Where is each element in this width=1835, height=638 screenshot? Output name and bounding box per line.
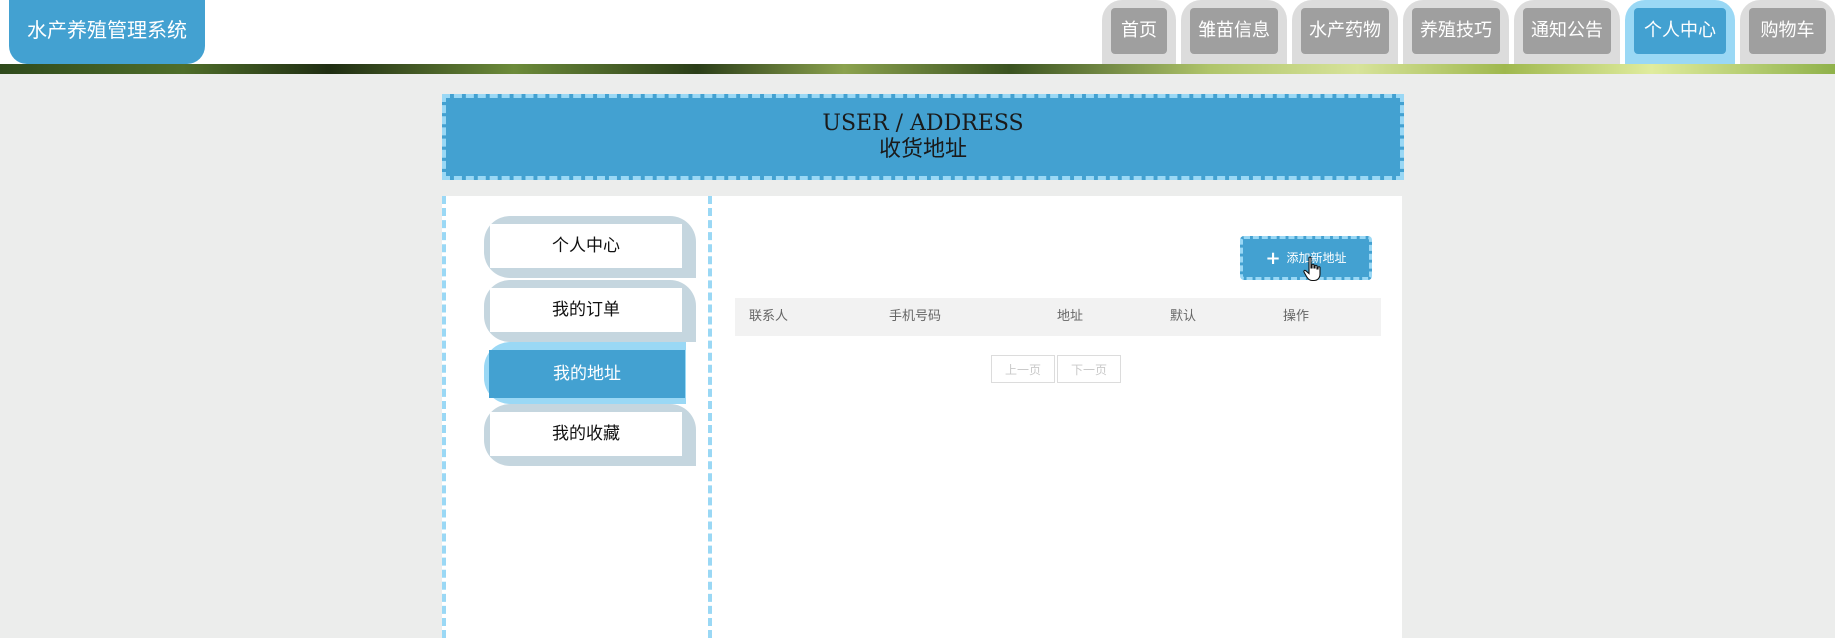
nav-item-notices[interactable]: 通知公告 bbox=[1514, 0, 1620, 64]
page-title-en: USER / ADDRESS bbox=[822, 111, 1024, 136]
next-page-button[interactable]: 下一页 bbox=[1057, 355, 1121, 383]
nav-item-personal-center-label: 个人中心 bbox=[1634, 8, 1726, 54]
sidebar-item-label: 个人中心 bbox=[490, 224, 682, 268]
nav-item-home-label: 首页 bbox=[1111, 8, 1167, 54]
page-title-box: USER / ADDRESS 收货地址 bbox=[442, 94, 1404, 180]
hand-cursor-icon bbox=[1303, 256, 1321, 282]
address-table-header: 联系人 手机号码 地址 默认 操作 bbox=[735, 298, 1381, 336]
banner-image-strip bbox=[0, 64, 1835, 74]
sidebar-item-label: 我的收藏 bbox=[490, 412, 682, 456]
sidebar-item-favorites[interactable]: 我的收藏 bbox=[484, 404, 696, 466]
page-title-cn: 收货地址 bbox=[878, 137, 967, 162]
column-header-contact: 联系人 bbox=[749, 309, 789, 324]
nav-item-seedlings-label: 雏苗信息 bbox=[1190, 8, 1278, 54]
top-bar: 水产养殖管理系统 首页 雏苗信息 水产药物 养殖技巧 通知公告 个人中心 购物车 bbox=[0, 0, 1835, 74]
sidebar-item-orders[interactable]: 我的订单 bbox=[484, 280, 696, 342]
site-logo[interactable]: 水产养殖管理系统 bbox=[9, 0, 205, 64]
prev-page-button[interactable]: 上一页 bbox=[991, 355, 1055, 383]
nav-item-tips-label: 养殖技巧 bbox=[1412, 8, 1500, 54]
nav-item-tips[interactable]: 养殖技巧 bbox=[1403, 0, 1509, 64]
plus-icon: + bbox=[1265, 247, 1281, 269]
content-panel: 个人中心 我的订单 我的地址 我的收藏 + 添加新地址 联系人 手机号码 地址 默… bbox=[442, 196, 1402, 638]
nav-item-seedlings[interactable]: 雏苗信息 bbox=[1181, 0, 1287, 64]
sidebar-item-label: 我的订单 bbox=[490, 288, 682, 332]
column-header-phone: 手机号码 bbox=[889, 309, 942, 324]
nav-item-medicine-label: 水产药物 bbox=[1301, 8, 1389, 54]
address-main: + 添加新地址 联系人 手机号码 地址 默认 操作 上一页 下一页 bbox=[712, 196, 1402, 638]
sidebar-item-addresses[interactable]: 我的地址 bbox=[484, 342, 696, 404]
nav-item-personal-center[interactable]: 个人中心 bbox=[1625, 0, 1735, 64]
column-header-actions: 操作 bbox=[1283, 309, 1310, 324]
nav-item-cart-label: 购物车 bbox=[1749, 8, 1826, 54]
nav-item-notices-label: 通知公告 bbox=[1523, 8, 1611, 54]
user-sidebar: 个人中心 我的订单 我的地址 我的收藏 bbox=[442, 196, 712, 638]
sidebar-item-label: 我的地址 bbox=[489, 350, 685, 398]
nav-item-home[interactable]: 首页 bbox=[1102, 0, 1176, 64]
sidebar-item-personal-center[interactable]: 个人中心 bbox=[484, 216, 696, 278]
nav-item-medicine[interactable]: 水产药物 bbox=[1292, 0, 1398, 64]
column-header-default: 默认 bbox=[1170, 309, 1197, 324]
column-header-address: 地址 bbox=[1057, 309, 1084, 324]
nav-item-cart[interactable]: 购物车 bbox=[1740, 0, 1835, 64]
